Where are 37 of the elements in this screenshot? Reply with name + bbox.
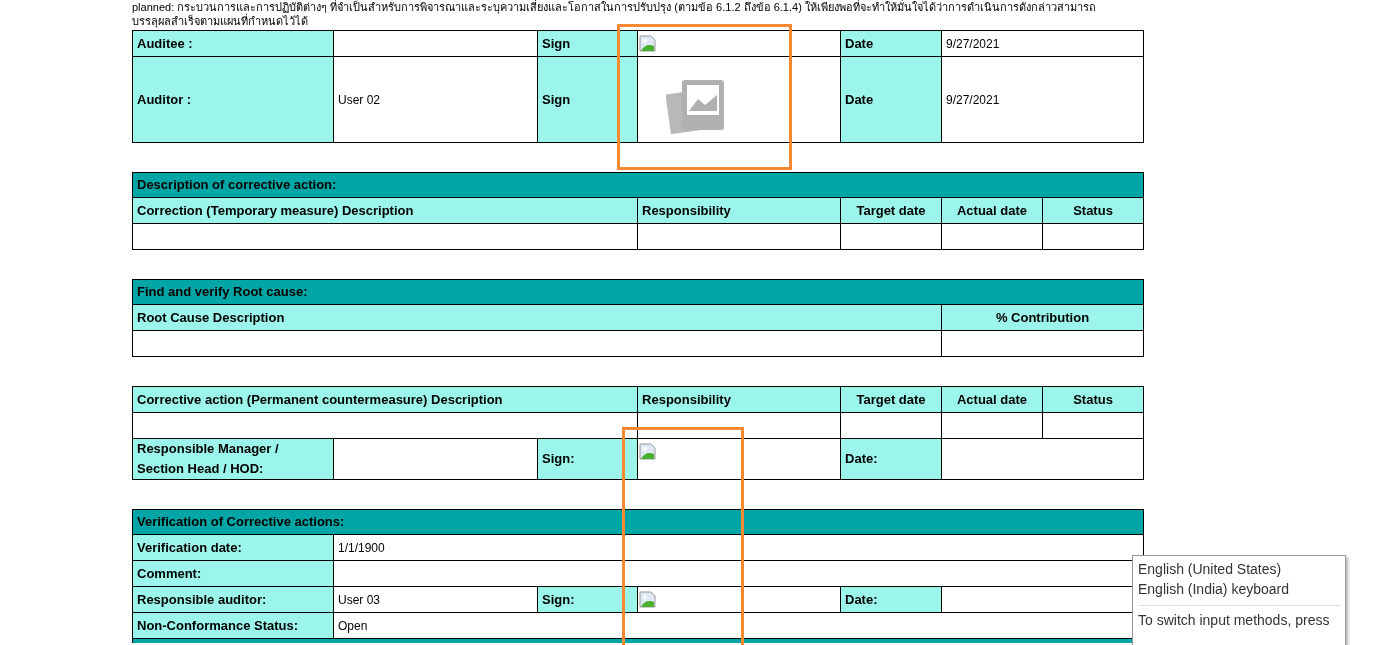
column-header: Root Cause Description (132, 304, 942, 331)
column-header: Actual date (941, 197, 1043, 224)
field-value: User 03 (333, 586, 538, 613)
section-title: Verification of Corrective actions: (132, 509, 1144, 535)
popup-hint: To switch input methods, press (1138, 611, 1331, 630)
field-label: Date: (840, 438, 942, 480)
field-value: 9/27/2021 (941, 56, 1144, 143)
field-label: Verification date: (132, 534, 334, 561)
section-title: Find and verify Root cause: (132, 279, 1144, 305)
field-value: 9/27/2021 (941, 30, 1144, 57)
field-label: Auditor : (132, 56, 334, 143)
column-header: Target date (840, 197, 942, 224)
field-label: Comment: (132, 560, 334, 587)
column-header: Corrective action (Permanent countermeasure) Description (132, 386, 638, 413)
column-header: % Contribution (941, 304, 1144, 331)
column-header: Responsibility (637, 386, 841, 413)
field-label: Date (840, 56, 942, 143)
field-label: Sign (537, 56, 638, 143)
column-header: Target date (840, 386, 942, 413)
column-header: Correction (Temporary measure) Description (132, 197, 638, 224)
column-header: Status (1042, 197, 1144, 224)
section-title: Description of corrective action: (132, 172, 1144, 198)
field-label: Responsible auditor: (132, 586, 334, 613)
column-header: Actual date (941, 386, 1043, 413)
field-label: Sign: (537, 438, 638, 480)
field-label: Date: (840, 586, 942, 613)
intro-text: บรรลุผลสำเร็จตามแผนที่กำหนดไว้ได้ (132, 14, 308, 28)
field-value: 1/1/1900 (333, 534, 1144, 561)
intro-text: planned: กระบวนการและการปฏิบัติต่างๆ ที่จำเป็นสำหรับการพิจารณาและระบุความเสี่ยงและโอกาสในการปรับปรุง (ตามข้อ 6.1.2 ถึงข้อ 6.1.4) ให้เพียงพอที่จะทำให้มั่นใจได้ว่าการดำเนินการดังกล่าวสามารถ (132, 0, 1096, 14)
field-value: User 02 (333, 56, 538, 143)
column-header: Status (1042, 386, 1144, 413)
field-label: Sign (537, 30, 638, 57)
field-label: Auditee : (132, 30, 334, 57)
field-label: Date (840, 30, 942, 57)
field-label: Responsible Manager / Section Head / HOD: (132, 438, 334, 480)
column-header: Responsibility (637, 197, 841, 224)
field-label: Non-Conformance Status: (132, 612, 334, 639)
